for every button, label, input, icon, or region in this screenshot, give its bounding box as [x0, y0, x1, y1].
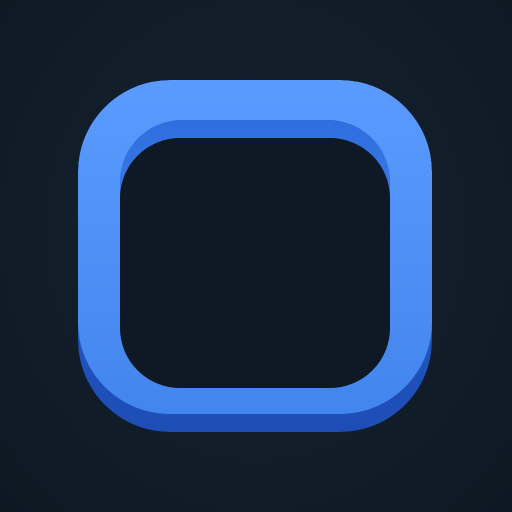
- frame-inner-hole: [120, 138, 390, 388]
- app-icon-canvas: [0, 0, 512, 512]
- rounded-square-frame-icon: [78, 80, 432, 432]
